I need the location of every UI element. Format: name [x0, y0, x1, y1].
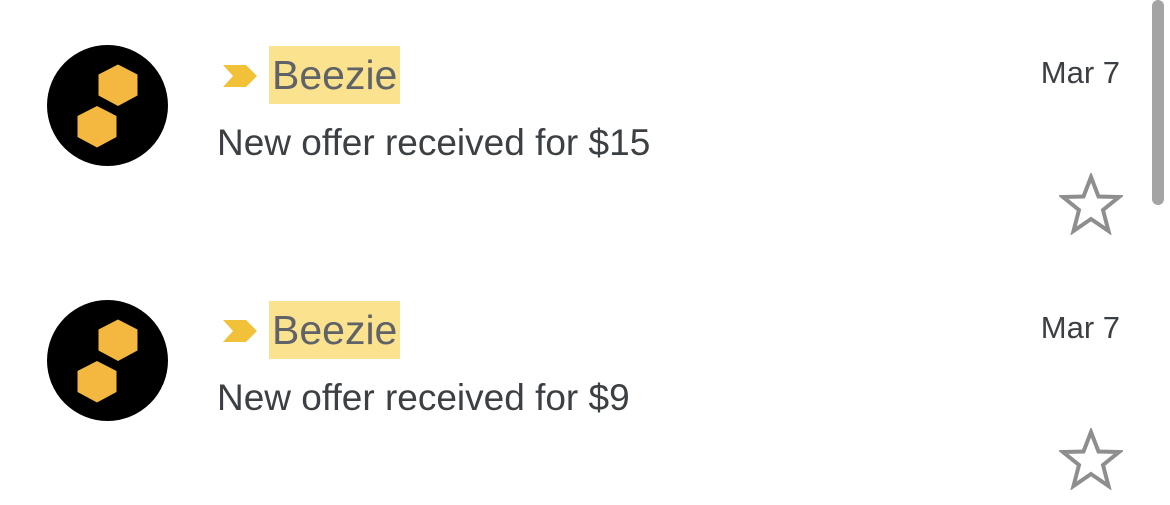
email-subject: New offer received for $9: [217, 377, 630, 418]
star-icon[interactable]: [1059, 173, 1123, 235]
sender-avatar[interactable]: [47, 300, 168, 421]
email-date: Mar 7: [1040, 310, 1120, 345]
sender-avatar[interactable]: [47, 45, 168, 166]
honeycomb-logo-icon: [77, 64, 138, 148]
email-date: Mar 7: [1040, 55, 1120, 90]
sender-name: Beezie: [269, 301, 401, 359]
email-subject: New offer received for $15: [217, 122, 651, 163]
email-row[interactable]: Beezie New offer received for $15 Mar 7: [0, 0, 1150, 250]
importance-marker-icon[interactable]: [221, 63, 259, 89]
email-list: Beezie New offer received for $15 Mar 7 …: [0, 0, 1170, 504]
importance-marker-icon[interactable]: [221, 318, 259, 344]
star-icon[interactable]: [1059, 428, 1123, 490]
email-row[interactable]: Beezie New offer received for $9 Mar 7: [0, 255, 1150, 505]
sender-name: Beezie: [269, 46, 401, 104]
honeycomb-logo-icon: [77, 319, 138, 403]
scrollbar[interactable]: [1152, 0, 1164, 205]
